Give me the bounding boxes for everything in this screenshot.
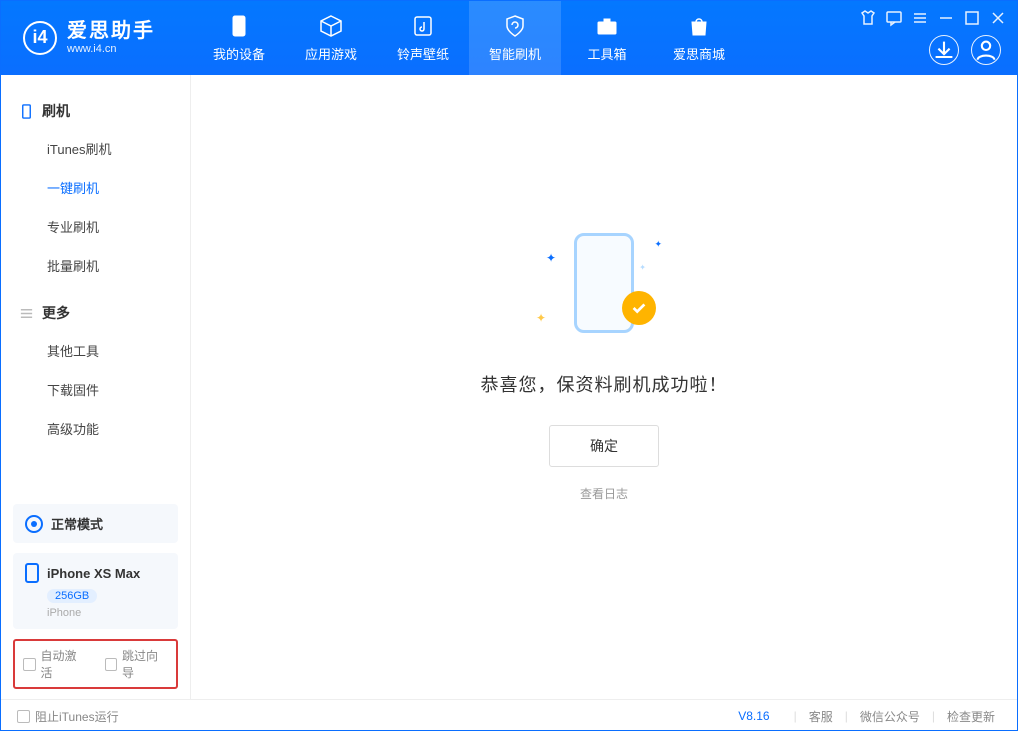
brand-domain: www.i4.cn [67,43,155,56]
briefcase-icon [595,14,619,38]
shield-refresh-icon [503,14,527,38]
nav-my-device[interactable]: 我的设备 [193,1,285,75]
mode-label: 正常模式 [51,514,103,533]
music-note-icon [411,14,435,38]
sidebar-item-oneclick-flash[interactable]: 一键刷机 [1,168,190,207]
nav-label: 智能刷机 [489,44,541,63]
options-highlight-box: 自动激活 跳过向导 [13,639,178,689]
checkbox-auto-activate[interactable]: 自动激活 [23,647,87,681]
header-actions [929,35,1001,65]
section-label: 刷机 [42,101,70,121]
success-message: 恭喜您，保资料刷机成功啦！ [481,371,728,397]
checkbox-skip-guide[interactable]: 跳过向导 [105,647,169,681]
checkbox-stop-itunes[interactable]: 阻止iTunes运行 [17,708,119,725]
checkbox-icon [105,658,118,671]
sidebar-item-advanced[interactable]: 高级功能 [1,409,190,448]
nav-store[interactable]: 爱思商城 [653,1,745,75]
shopping-bag-icon [687,14,711,38]
checkbox-label: 跳过向导 [122,647,168,681]
nav-toolbox[interactable]: 工具箱 [561,1,653,75]
mode-card[interactable]: 正常模式 [13,504,178,543]
wechat-link[interactable]: 微信公众号 [854,708,926,725]
menu-icon[interactable] [911,9,929,27]
ok-button[interactable]: 确定 [549,425,659,467]
window-controls [859,9,1007,27]
view-log-link[interactable]: 查看日志 [580,485,628,502]
section-label: 更多 [42,303,70,323]
nav-label: 铃声壁纸 [397,44,449,63]
close-icon[interactable] [989,9,1007,27]
sidebar-section-more: 更多 [1,295,190,331]
sidebar-item-itunes-flash[interactable]: iTunes刷机 [1,129,190,168]
nav-label: 应用游戏 [305,44,357,63]
checkbox-icon [17,710,30,723]
tshirt-icon[interactable] [859,9,877,27]
device-phone-icon [25,563,39,583]
check-update-link[interactable]: 检查更新 [941,708,1001,725]
nav-label: 爱思商城 [673,44,725,63]
user-icon[interactable] [971,35,1001,65]
download-icon[interactable] [929,35,959,65]
device-name: iPhone XS Max [47,566,140,581]
device-card[interactable]: iPhone XS Max 256GB iPhone [13,553,178,629]
sidebar-section-flash: 刷机 [1,93,190,129]
logo-icon: i4 [23,21,57,55]
header: i4 爱思助手 www.i4.cn 我的设备 应用游戏 铃声壁纸 智能刷机 工具… [1,1,1017,75]
sidebar-item-batch-flash[interactable]: 批量刷机 [1,246,190,285]
check-icon [622,291,656,325]
sidebar-item-download-firmware[interactable]: 下载固件 [1,370,190,409]
logo-area[interactable]: i4 爱思助手 www.i4.cn [1,20,173,56]
minimize-icon[interactable] [937,9,955,27]
support-link[interactable]: 客服 [803,708,839,725]
device-storage-badge: 256GB [47,589,97,603]
nav-label: 我的设备 [213,44,265,63]
sidebar-item-pro-flash[interactable]: 专业刷机 [1,207,190,246]
footer: 阻止iTunes运行 V8.16 | 客服 | 微信公众号 | 检查更新 [1,699,1017,732]
nav-ringtones[interactable]: 铃声壁纸 [377,1,469,75]
checkbox-icon [23,658,36,671]
list-icon [19,306,34,321]
top-nav: 我的设备 应用游戏 铃声壁纸 智能刷机 工具箱 爱思商城 [193,1,745,75]
device-type: iPhone [47,607,166,619]
brand-name: 爱思助手 [67,20,155,43]
phone-outline-icon [19,104,34,119]
version-label: V8.16 [738,709,769,723]
nav-smart-flash[interactable]: 智能刷机 [469,1,561,75]
checkbox-label: 自动激活 [41,647,87,681]
checkbox-label: 阻止iTunes运行 [35,708,119,725]
success-illustration: ✦✦✦✦ [544,233,664,343]
cube-icon [319,14,343,38]
feedback-icon[interactable] [885,9,903,27]
nav-label: 工具箱 [587,44,626,63]
nav-apps-games[interactable]: 应用游戏 [285,1,377,75]
maximize-icon[interactable] [963,9,981,27]
sidebar-item-other-tools[interactable]: 其他工具 [1,331,190,370]
mode-icon [25,515,43,533]
phone-icon [227,14,251,38]
main-content: ✦✦✦✦ 恭喜您，保资料刷机成功啦！ 确定 查看日志 [191,75,1017,699]
sidebar: 刷机 iTunes刷机 一键刷机 专业刷机 批量刷机 更多 其他工具 下载固件 … [1,75,191,699]
